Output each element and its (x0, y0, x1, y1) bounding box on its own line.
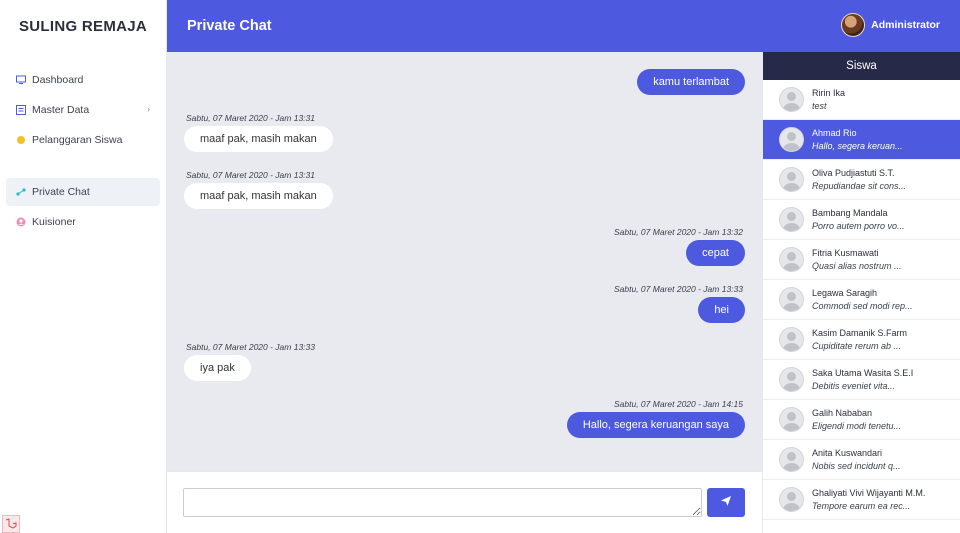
student-last-message: Quasi alias nostrum ... (812, 260, 902, 271)
student-name: Kasim Damanik S.Farm (812, 327, 908, 338)
student-last-message: Cupiditate rerum ab ... (812, 340, 902, 351)
message-bubble: maaf pak, masih makan (184, 126, 333, 152)
message-bubble: kamu terlambat (637, 69, 745, 95)
user-menu[interactable]: Administrator (841, 13, 940, 37)
student-item[interactable]: Oliva Pudjiastuti S.T. Repudiandae sit co… (763, 160, 960, 200)
message-timestamp: Sabtu, 07 Maret 2020 - Jam 13:31 (186, 170, 315, 180)
student-name: Legawa Saragih (812, 287, 878, 298)
message-timestamp: Sabtu, 07 Maret 2020 - Jam 13:33 (186, 342, 315, 352)
student-item[interactable]: Ahmad Rio Hallo, segera keruan... (763, 120, 960, 160)
student-last-message: Debitis eveniet vita... (812, 380, 896, 391)
nav-divider (0, 156, 166, 178)
avatar (779, 447, 804, 472)
sidebar: SULING REMAJA Dashboard Master Data › Pe… (0, 0, 167, 533)
student-name: Oliva Pudjiastuti S.T. (812, 167, 895, 178)
message-bubble: Hallo, segera keruangan saya (566, 412, 745, 438)
laravel-logo-icon[interactable] (2, 515, 20, 533)
message-timestamp: Sabtu, 07 Maret 2020 - Jam 13:32 (614, 227, 743, 237)
student-last-message: Porro autem porro vo... (812, 220, 905, 231)
avatar (779, 367, 804, 392)
message-input[interactable] (183, 488, 702, 517)
message-incoming: maaf pak, masih makan (184, 183, 333, 209)
sidebar-item-label: Master Data (32, 104, 90, 116)
brand-title: SULING REMAJA (18, 17, 148, 35)
student-last-message: Commodi sed modi rep... (812, 300, 913, 311)
student-last-message: Repudiandae sit cons... (812, 180, 907, 191)
student-item[interactable]: Galih Nababan Eligendi modi tenetu... (763, 400, 960, 440)
student-item[interactable]: Bambang Mandala Porro autem porro vo... (763, 200, 960, 240)
message-outgoing: hei (698, 297, 745, 323)
avatar (779, 127, 804, 152)
student-name: Anita Kuswandari (812, 447, 883, 458)
dot-yellow-icon (16, 135, 26, 145)
sidebar-item-label: Pelanggaran Siswa (32, 134, 123, 146)
student-last-message: Hallo, segera keruan... (812, 140, 903, 151)
message-incoming: iya pak (184, 355, 251, 381)
message-outgoing: Hallo, segera keruangan saya (566, 412, 745, 438)
avatar (779, 327, 804, 352)
avatar (779, 207, 804, 232)
avatar (841, 13, 866, 37)
student-last-message: Nobis sed incidunt q... (812, 460, 901, 471)
message-bubble: maaf pak, masih makan (184, 183, 333, 209)
student-item[interactable]: Anita Kuswandari Nobis sed incidunt q... (763, 440, 960, 480)
sidebar-item-label: Private Chat (32, 186, 90, 198)
table-icon (16, 105, 26, 115)
sidebar-item-label: Dashboard (32, 74, 84, 86)
message-timestamp: Sabtu, 07 Maret 2020 - Jam 13:33 (614, 284, 743, 294)
student-item[interactable]: Ririn Ika test (763, 80, 960, 120)
chevron-right-icon: › (147, 104, 150, 114)
chat-messages: kamu terlambat Sabtu, 07 Maret 2020 - Ja… (167, 52, 762, 471)
message-bubble: cepat (686, 240, 745, 266)
send-button[interactable] (707, 488, 745, 517)
student-name: Ghaliyati Vivi Wijayanti M.M. (812, 487, 926, 498)
student-name: Fitria Kusmawati (812, 247, 879, 258)
send-icon (720, 494, 732, 512)
student-name: Ririn Ika (812, 87, 846, 98)
avatar (779, 167, 804, 192)
student-item[interactable]: Fitria Kusmawati Quasi alias nostrum ... (763, 240, 960, 280)
student-last-message: Eligendi modi tenetu... (812, 420, 902, 431)
student-name: Ahmad Rio (812, 127, 857, 138)
user-name: Administrator (871, 19, 940, 31)
student-item[interactable]: Ghaliyati Vivi Wijayanti M.M. Tempore ear… (763, 480, 960, 520)
sidebar-item-label: Kuisioner (32, 216, 76, 228)
message-timestamp: Sabtu, 07 Maret 2020 - Jam 14:15 (614, 399, 743, 409)
avatar (779, 87, 804, 112)
student-item[interactable]: Saka Utama Wasita S.E.I Debitis eveniet v… (763, 360, 960, 400)
message-outgoing: cepat (686, 240, 745, 266)
message-bubble: hei (698, 297, 745, 323)
sidebar-nav: Dashboard Master Data › Pelanggaran Sisw… (0, 66, 166, 236)
share-icon (16, 187, 26, 197)
student-list: Siswa Ririn Ika test Ahmad Rio Hallo, sege… (762, 52, 960, 533)
sidebar-item-kuisioner[interactable]: Kuisioner (6, 208, 160, 236)
monitor-icon (16, 75, 26, 85)
student-item[interactable]: Kasim Damanik S.Farm Cupiditate rerum ab … (763, 320, 960, 360)
student-last-message: test (812, 100, 827, 111)
message-outgoing: kamu terlambat (637, 69, 745, 95)
top-header: Private Chat Administrator (167, 0, 960, 52)
student-last-message: Tempore earum ea rec... (812, 500, 911, 511)
message-timestamp: Sabtu, 07 Maret 2020 - Jam 13:31 (186, 113, 315, 123)
avatar (779, 287, 804, 312)
sidebar-item-pelanggaran-siswa[interactable]: Pelanggaran Siswa (6, 126, 160, 154)
student-item[interactable]: Legawa Saragih Commodi sed modi rep... (763, 280, 960, 320)
avatar (779, 247, 804, 272)
avatar (779, 407, 804, 432)
message-composer (167, 471, 762, 533)
student-list-title: Siswa (763, 52, 960, 80)
user-circle-icon (16, 217, 26, 227)
student-name: Galih Nababan (812, 407, 873, 418)
avatar (779, 487, 804, 512)
student-name: Saka Utama Wasita S.E.I (812, 367, 914, 378)
sidebar-item-master-data[interactable]: Master Data › (6, 96, 160, 124)
student-name: Bambang Mandala (812, 207, 888, 218)
message-incoming: maaf pak, masih makan (184, 126, 333, 152)
message-bubble: iya pak (184, 355, 251, 381)
page-title: Private Chat (187, 18, 272, 34)
sidebar-item-private-chat[interactable]: Private Chat (6, 178, 160, 206)
sidebar-item-dashboard[interactable]: Dashboard (6, 66, 160, 94)
